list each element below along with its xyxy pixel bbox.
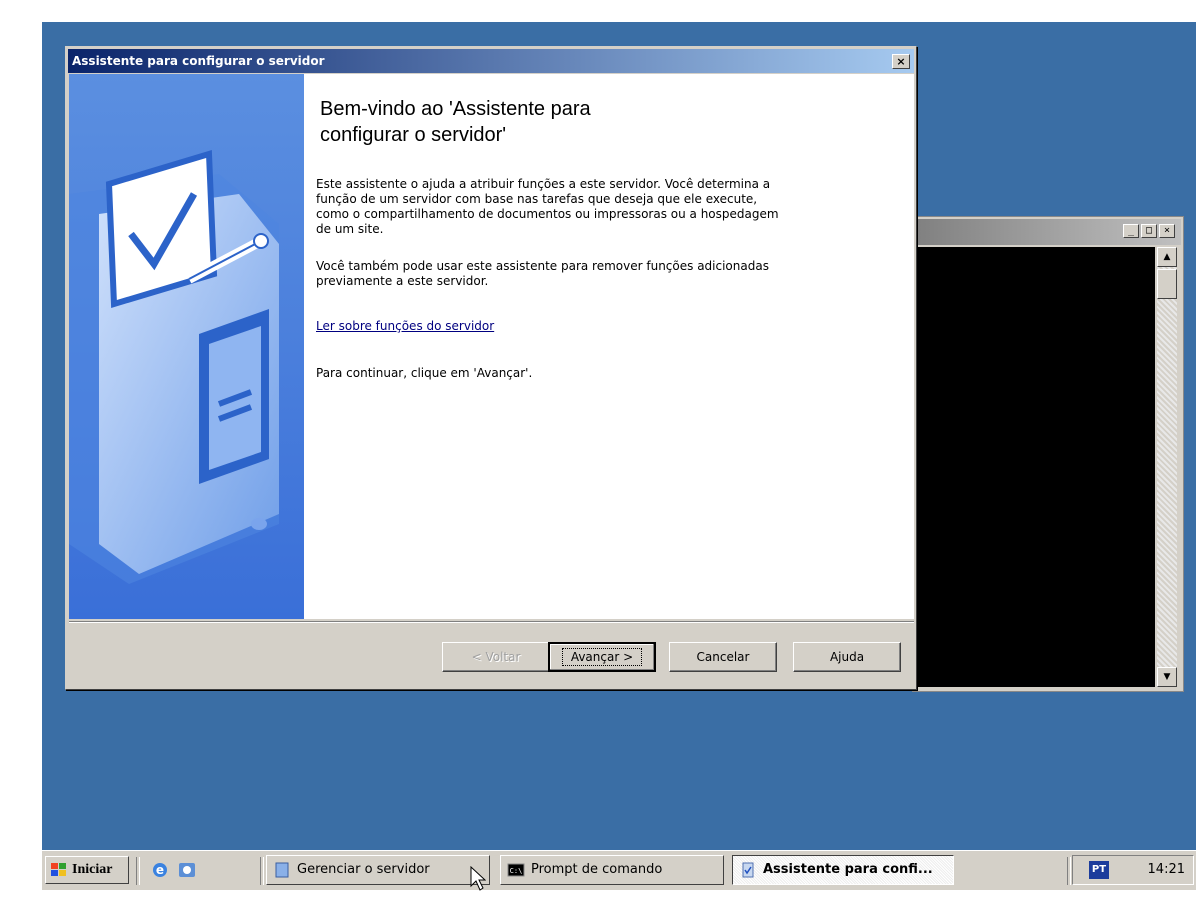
- start-button[interactable]: Iniciar: [45, 856, 129, 884]
- button-separator: [69, 621, 914, 623]
- wizard-titlebar[interactable]: Assistente para configurar o servidor ×: [68, 49, 914, 73]
- task-label: Gerenciar o servidor: [297, 862, 430, 877]
- task-manage-server[interactable]: Gerenciar o servidor: [266, 855, 490, 885]
- task-configure-server-wizard[interactable]: Assistente para confi...: [732, 855, 954, 885]
- taskbar-divider: [136, 857, 140, 885]
- task-label: Prompt de comando: [531, 862, 663, 877]
- remove-roles-paragraph: Você também pode usar este assistente pa…: [316, 259, 856, 289]
- wizard-dialog: Assistente para configurar o servidor ×: [65, 46, 917, 690]
- wizard-close-button[interactable]: ×: [892, 54, 910, 69]
- console-window[interactable]: _ □ × ▲ ▼: [912, 216, 1184, 692]
- taskbar-divider: [1067, 857, 1071, 885]
- paragraph-line: previamente a este servidor.: [316, 274, 489, 288]
- wizard-title: Assistente para configurar o servidor: [72, 54, 325, 68]
- next-button[interactable]: Avançar >: [548, 642, 656, 672]
- wizard-content: Bem-vindo ao 'Assistente para configurar…: [69, 74, 914, 619]
- console-scrollbar[interactable]: ▲ ▼: [1157, 247, 1177, 687]
- language-indicator[interactable]: PT: [1089, 861, 1109, 879]
- task-label: Assistente para confi...: [763, 862, 933, 877]
- server-checklist-icon: [69, 150, 279, 584]
- windows-flag-icon: [51, 863, 66, 876]
- heading-line: Bem-vindo ao 'Assistente para: [320, 98, 591, 120]
- paragraph-line: função de um servidor com base nas taref…: [316, 192, 758, 206]
- cancel-button[interactable]: Cancelar: [669, 642, 777, 672]
- maximize-button[interactable]: □: [1141, 224, 1157, 238]
- server-roles-link[interactable]: Ler sobre funções do servidor: [316, 319, 494, 333]
- continue-text: Para continuar, clique em 'Avançar'.: [316, 366, 533, 380]
- help-button[interactable]: Ajuda: [793, 642, 901, 672]
- scroll-up-icon[interactable]: ▲: [1157, 247, 1177, 267]
- console-close-button[interactable]: ×: [1159, 224, 1175, 238]
- server-icon: [275, 862, 289, 878]
- scroll-thumb[interactable]: [1157, 269, 1177, 299]
- wizard-side-image: [69, 74, 304, 619]
- svg-text:e: e: [156, 863, 164, 877]
- paragraph-line: como o compartilhamento de documentos ou…: [316, 207, 779, 221]
- outlook-express-icon[interactable]: [177, 860, 197, 880]
- paragraph-line: de um site.: [316, 222, 384, 236]
- start-label: Iniciar: [72, 862, 113, 877]
- system-tray: PT 14:21: [1072, 855, 1194, 885]
- clock[interactable]: 14:21: [1148, 856, 1185, 884]
- command-prompt-icon: C:\: [507, 863, 525, 877]
- taskbar-divider: [260, 857, 264, 885]
- next-button-label: Avançar >: [561, 648, 643, 666]
- taskbar: Iniciar e Gerenciar o servidor C:\ Promp…: [42, 850, 1196, 890]
- mouse-cursor-icon: [470, 866, 486, 891]
- intro-paragraph: Este assistente o ajuda a atribuir funçõ…: [316, 177, 856, 237]
- svg-text:C:\: C:\: [510, 867, 523, 875]
- console-output[interactable]: [917, 247, 1155, 687]
- heading-line: configurar o servidor': [320, 124, 507, 146]
- internet-explorer-icon[interactable]: e: [150, 860, 170, 880]
- task-command-prompt[interactable]: C:\ Prompt de comando: [500, 855, 724, 885]
- back-button[interactable]: < Voltar: [442, 642, 550, 672]
- minimize-button[interactable]: _: [1123, 224, 1139, 238]
- paragraph-line: Você também pode usar este assistente pa…: [316, 259, 769, 273]
- console-titlebar[interactable]: _ □ ×: [915, 219, 1181, 245]
- scroll-down-icon[interactable]: ▼: [1157, 667, 1177, 687]
- paragraph-line: Este assistente o ajuda a atribuir funçõ…: [316, 177, 771, 191]
- wizard-icon: [742, 862, 754, 878]
- wizard-heading: Bem-vindo ao 'Assistente para configurar…: [320, 96, 740, 148]
